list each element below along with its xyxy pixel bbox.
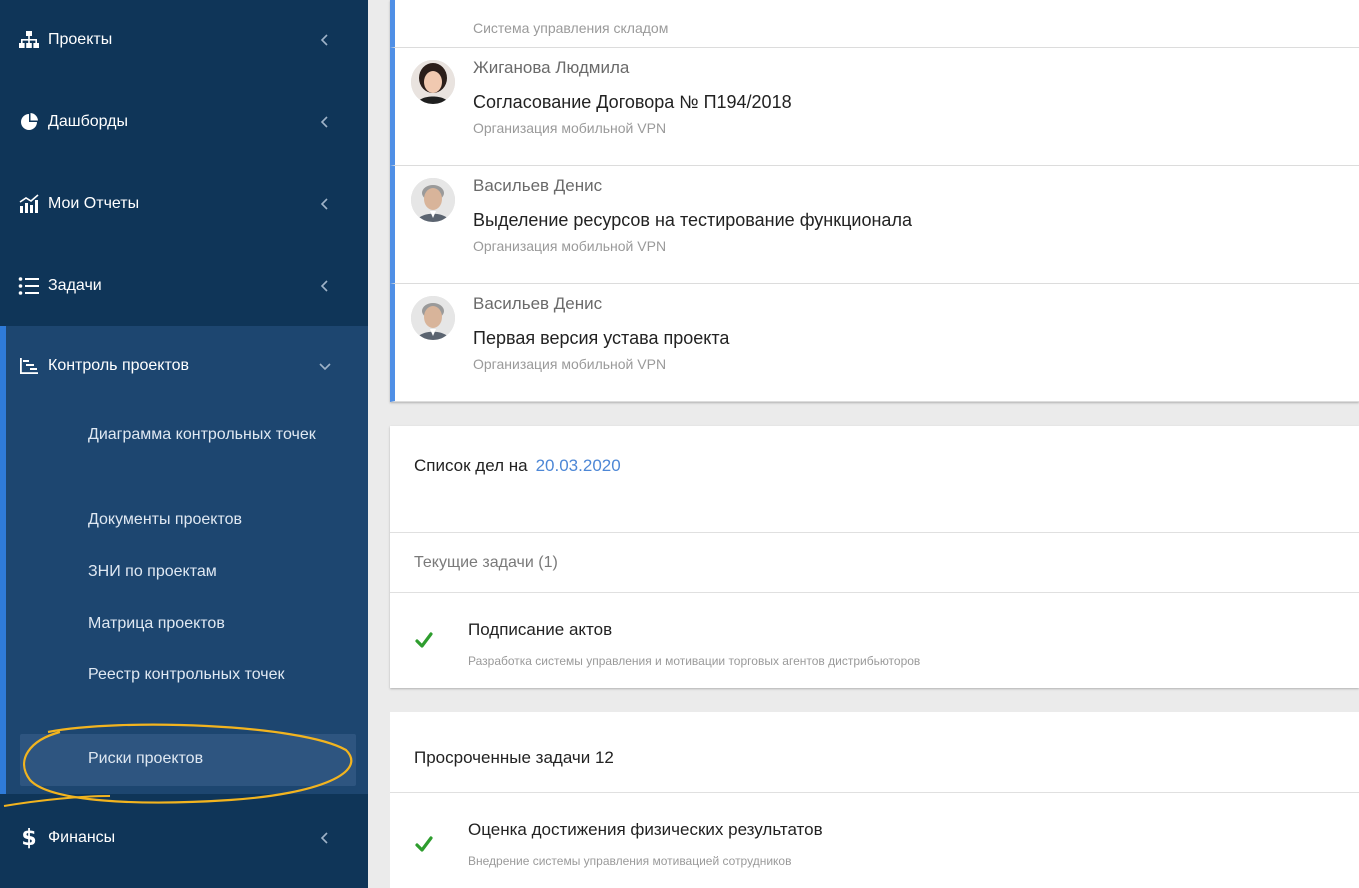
activity-feed-card: Система управления складом Жиганова Людм…: [390, 0, 1359, 402]
feed-item-author: Васильев Денис: [473, 294, 603, 313]
todo-date-link[interactable]: 20.03.2020: [536, 456, 621, 475]
avatar: [411, 178, 455, 222]
sidebar-item-label: Задачи: [48, 277, 102, 294]
overdue-tasks-card: Просроченные задачи 12 Оценка достижения…: [390, 712, 1359, 888]
divider: [390, 592, 1359, 593]
sitemap-icon: [18, 29, 40, 51]
sidebar-item-dashboards[interactable]: Дашборды: [0, 82, 368, 162]
current-tasks-header[interactable]: Текущие задачи (1): [414, 554, 558, 572]
todo-list-card: Список дел на 20.03.2020 Текущие задачи (…: [390, 426, 1359, 688]
divider: [390, 532, 1359, 533]
chevron-left-icon: [318, 33, 332, 47]
sidebar-item-label: Проекты: [48, 31, 113, 48]
avatar: [411, 60, 455, 104]
feed-item-project: Организация мобильной VPN: [473, 120, 667, 136]
todo-title-text: Список дел на: [414, 456, 528, 475]
chevron-down-icon: [318, 359, 332, 373]
overdue-title[interactable]: Просроченные задачи 12: [414, 748, 614, 768]
sidebar-item-finance[interactable]: $ Финансы: [0, 796, 368, 880]
chevron-left-icon: [318, 197, 332, 211]
sidebar-item-label: Дашборды: [48, 113, 128, 130]
sidebar-item-label: Финансы: [48, 829, 116, 846]
list-item[interactable]: Система управления складом: [390, 0, 1359, 48]
task-project: Внедрение системы управления мотивацией …: [468, 854, 792, 868]
gantt-icon: [18, 355, 40, 377]
checkmark-icon: [414, 834, 434, 854]
list-item[interactable]: Васильев Денис Выделение ресурсов на тес…: [390, 166, 1359, 284]
feed-item-author: Жиганова Людмила: [473, 58, 630, 77]
sidebar-item-my-reports[interactable]: Мои Отчеты: [0, 164, 368, 244]
avatar: [411, 296, 455, 340]
feed-item-project: Организация мобильной VPN: [473, 238, 667, 254]
sidebar-item-tasks[interactable]: Задачи: [0, 246, 368, 326]
sidebar-subitem-project-documents[interactable]: Документы проектов: [88, 507, 328, 533]
list-item[interactable]: Жиганова Людмила Согласование Договора №…: [390, 48, 1359, 166]
feed-item-title[interactable]: Первая версия устава проекта: [473, 328, 729, 349]
chevron-left-icon: [318, 279, 332, 293]
sidebar-item-projects[interactable]: Проекты: [0, 0, 368, 80]
dollar-icon: $: [21, 825, 37, 851]
sidebar: Проекты Дашборды Мои Отчеты Задачи Контр…: [0, 0, 368, 888]
task-title[interactable]: Оценка достижения физических результатов: [468, 820, 823, 840]
feed-item-project: Организация мобильной VPN: [473, 356, 667, 372]
feed-item-title[interactable]: Выделение ресурсов на тестирование функц…: [473, 210, 912, 231]
sidebar-item-label: Контроль проектов: [48, 357, 190, 374]
divider: [390, 792, 1359, 793]
bar-chart-icon: [18, 193, 40, 215]
list-item[interactable]: Васильев Денис Первая версия устава прое…: [390, 284, 1359, 402]
sidebar-item-project-control[interactable]: Контроль проектов: [0, 326, 368, 406]
task-project: Разработка системы управления и мотиваци…: [468, 654, 921, 668]
sidebar-subitem-milestone-chart[interactable]: Диаграмма контрольных точек: [88, 422, 328, 448]
chevron-left-icon: [318, 115, 332, 129]
checkmark-icon: [414, 630, 434, 650]
feed-item-title[interactable]: Согласование Договора № П194/2018: [473, 92, 792, 113]
list-icon: [18, 275, 40, 297]
sidebar-subitem-change-requests[interactable]: ЗНИ по проектам: [88, 559, 328, 585]
sidebar-subitem-milestone-registry[interactable]: Реестр контрольных точек: [88, 662, 328, 688]
sidebar-subitem-project-risks[interactable]: Риски проектов: [88, 746, 328, 772]
chevron-left-icon: [318, 831, 332, 845]
main-content: Система управления складом Жиганова Людм…: [390, 0, 1359, 888]
feed-item-author: Васильев Денис: [473, 176, 603, 195]
pie-chart-icon: [18, 111, 40, 133]
todo-title: Список дел на 20.03.2020: [414, 456, 621, 476]
task-title[interactable]: Подписание актов: [468, 620, 612, 640]
sidebar-item-label: Мои Отчеты: [48, 195, 140, 212]
sidebar-subitem-project-matrix[interactable]: Матрица проектов: [88, 611, 328, 637]
feed-item-project: Система управления складом: [473, 20, 669, 36]
